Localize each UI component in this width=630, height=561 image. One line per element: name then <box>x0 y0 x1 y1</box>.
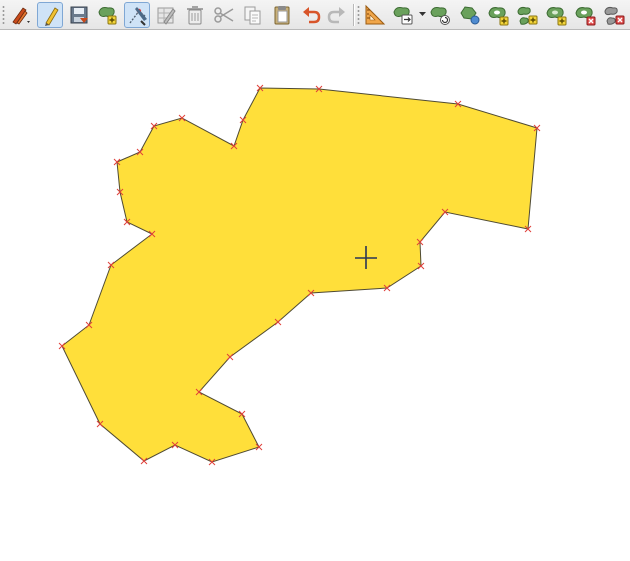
digitizing-options-button[interactable] <box>362 2 388 28</box>
paste-features-button[interactable] <box>269 2 295 28</box>
paste-icon <box>274 6 290 25</box>
save-icon <box>70 6 88 24</box>
fill-ring-button[interactable] <box>544 2 570 28</box>
copy-features-button[interactable] <box>240 2 266 28</box>
vertex-tool-button[interactable] <box>124 2 150 28</box>
trash-icon <box>187 6 203 25</box>
current-edits-button[interactable] <box>8 2 34 28</box>
toolbar-separator <box>353 4 355 26</box>
move-feature-icon <box>393 7 413 25</box>
digitizing-toolbar <box>0 0 630 30</box>
save-layer-edits-button[interactable] <box>66 2 92 28</box>
scissors-icon <box>214 7 234 23</box>
vertex-tool-icon <box>129 7 147 26</box>
add-polygon-icon <box>98 7 117 25</box>
set-square-icon <box>365 4 386 25</box>
delete-part-icon <box>604 6 625 25</box>
cut-features-button[interactable] <box>211 2 237 28</box>
simplify-feature-icon <box>460 6 480 25</box>
rotate-feature-button[interactable] <box>428 2 454 28</box>
undo-icon <box>303 7 321 24</box>
redo-icon <box>327 7 345 24</box>
undo-button[interactable] <box>298 2 324 28</box>
toggle-editing-button[interactable] <box>37 2 63 28</box>
move-feature-button[interactable] <box>391 2 417 28</box>
delete-ring-button[interactable] <box>573 2 599 28</box>
polygon-feature[interactable] <box>61 87 538 463</box>
edit-table-icon <box>157 7 176 25</box>
add-ring-icon <box>488 7 509 26</box>
copy-icon <box>244 6 261 25</box>
delete-ring-icon <box>575 7 596 26</box>
modify-attributes-button[interactable] <box>153 2 179 28</box>
map-view <box>58 84 541 466</box>
add-part-button[interactable] <box>515 2 541 28</box>
delete-part-button[interactable] <box>602 2 628 28</box>
add-part-icon <box>517 6 538 25</box>
pencils-icon <box>12 7 30 25</box>
fill-ring-icon <box>546 7 567 26</box>
delete-selected-button[interactable] <box>182 2 208 28</box>
toolbar-grip[interactable] <box>357 5 360 25</box>
chevron-down-icon[interactable] <box>419 12 426 17</box>
map-canvas[interactable] <box>0 31 630 557</box>
toolbar-grip[interactable] <box>2 5 5 25</box>
add-polygon-feature-button[interactable] <box>95 2 121 28</box>
simplify-feature-button[interactable] <box>457 2 483 28</box>
rotate-feature-icon <box>430 7 450 25</box>
add-ring-button[interactable] <box>486 2 512 28</box>
redo-button[interactable] <box>324 2 350 28</box>
pencil-icon <box>45 7 59 26</box>
